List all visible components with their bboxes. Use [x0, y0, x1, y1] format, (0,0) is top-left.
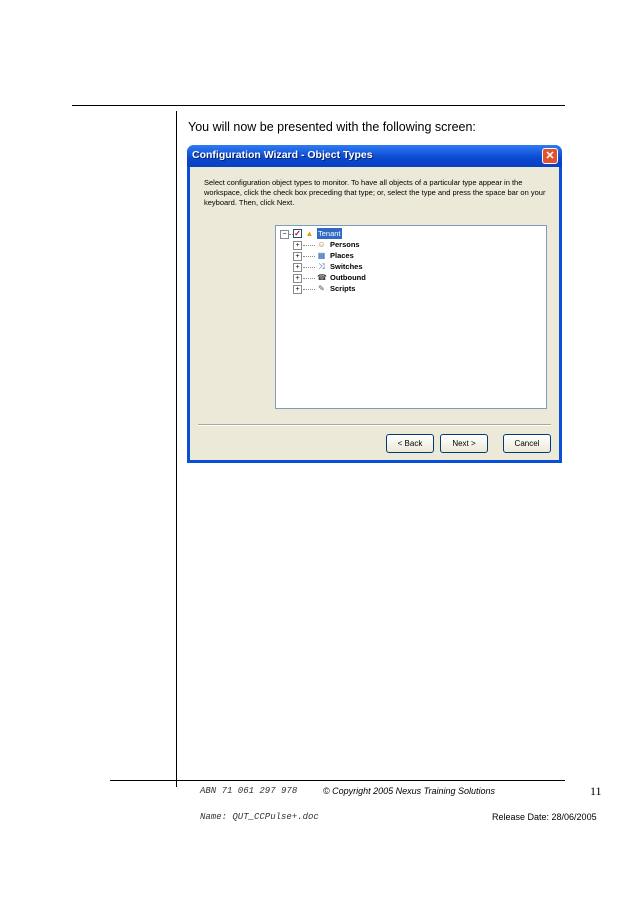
expand-icon[interactable]: + [293, 274, 302, 283]
place-icon: ▦ [317, 251, 326, 260]
instructions-text: Select configuration object types to mon… [204, 178, 546, 207]
expand-icon[interactable]: + [293, 252, 302, 261]
cancel-button[interactable]: Cancel [503, 434, 551, 453]
tree-item-outbound[interactable]: + ☎ Outbound [278, 272, 538, 283]
tree-connector [303, 289, 315, 290]
expand-icon[interactable]: + [293, 263, 302, 272]
top-rule [72, 105, 565, 106]
bottom-rule [110, 780, 565, 781]
tree-label-tenant[interactable]: Tenant [317, 228, 342, 239]
margin-rule [176, 111, 177, 787]
tree-item-switches[interactable]: + ⤨ Switches [278, 261, 538, 272]
title-bar[interactable]: Configuration Wizard - Object Types ✕ [187, 145, 562, 167]
switch-icon: ⤨ [318, 262, 325, 271]
tree-item-scripts[interactable]: + ✎ Scripts [278, 283, 538, 294]
configuration-wizard-dialog: Configuration Wizard - Object Types ✕ Se… [187, 145, 562, 463]
button-separator [198, 424, 551, 426]
outbound-icon: ☎ [317, 273, 327, 282]
footer-release-date: Release Date: 28/06/2005 [492, 812, 597, 822]
tree-label-outbound[interactable]: Outbound [330, 272, 366, 283]
tenant-checkbox[interactable]: ✓ [293, 229, 302, 238]
tree-connector [303, 267, 315, 268]
person-icon: ☺ [317, 240, 326, 249]
footer-name: Name: QUT_CCPulse+.doc [200, 812, 319, 822]
collapse-icon[interactable]: − [280, 230, 289, 239]
dialog-title: Configuration Wizard - Object Types [192, 149, 373, 161]
tree-connector [303, 245, 315, 246]
expand-icon[interactable]: + [293, 241, 302, 250]
warning-icon: ▲ [305, 229, 314, 238]
expand-icon[interactable]: + [293, 285, 302, 294]
tree-label-persons[interactable]: Persons [330, 239, 360, 250]
page-number: 11 [590, 784, 602, 798]
script-icon: ✎ [318, 284, 325, 293]
intro-text: You will now be presented with the follo… [188, 120, 476, 134]
footer-abn: ABN 71 061 297 978 [200, 786, 298, 796]
close-button[interactable]: ✕ [542, 148, 558, 164]
dialog-body: Select configuration object types to mon… [190, 167, 559, 460]
tree-item-tenant[interactable]: − ✓ ▲ Tenant [278, 228, 538, 239]
tree-label-switches[interactable]: Switches [330, 261, 363, 272]
footer-copyright: © Copyright 2005 Nexus Training Solution… [323, 786, 496, 796]
tree-label-places[interactable]: Places [330, 250, 354, 261]
tree-label-scripts[interactable]: Scripts [330, 283, 355, 294]
tree-item-persons[interactable]: + ☺ Persons [278, 239, 538, 250]
tree-item-places[interactable]: + ▦ Places [278, 250, 538, 261]
tree-connector [303, 278, 315, 279]
object-types-tree[interactable]: − ✓ ▲ Tenant + ☺ Persons + ▦ Places + ⤨ … [275, 225, 547, 409]
next-button[interactable]: Next > [440, 434, 488, 453]
back-button[interactable]: < Back [386, 434, 434, 453]
tree-connector [303, 256, 315, 257]
